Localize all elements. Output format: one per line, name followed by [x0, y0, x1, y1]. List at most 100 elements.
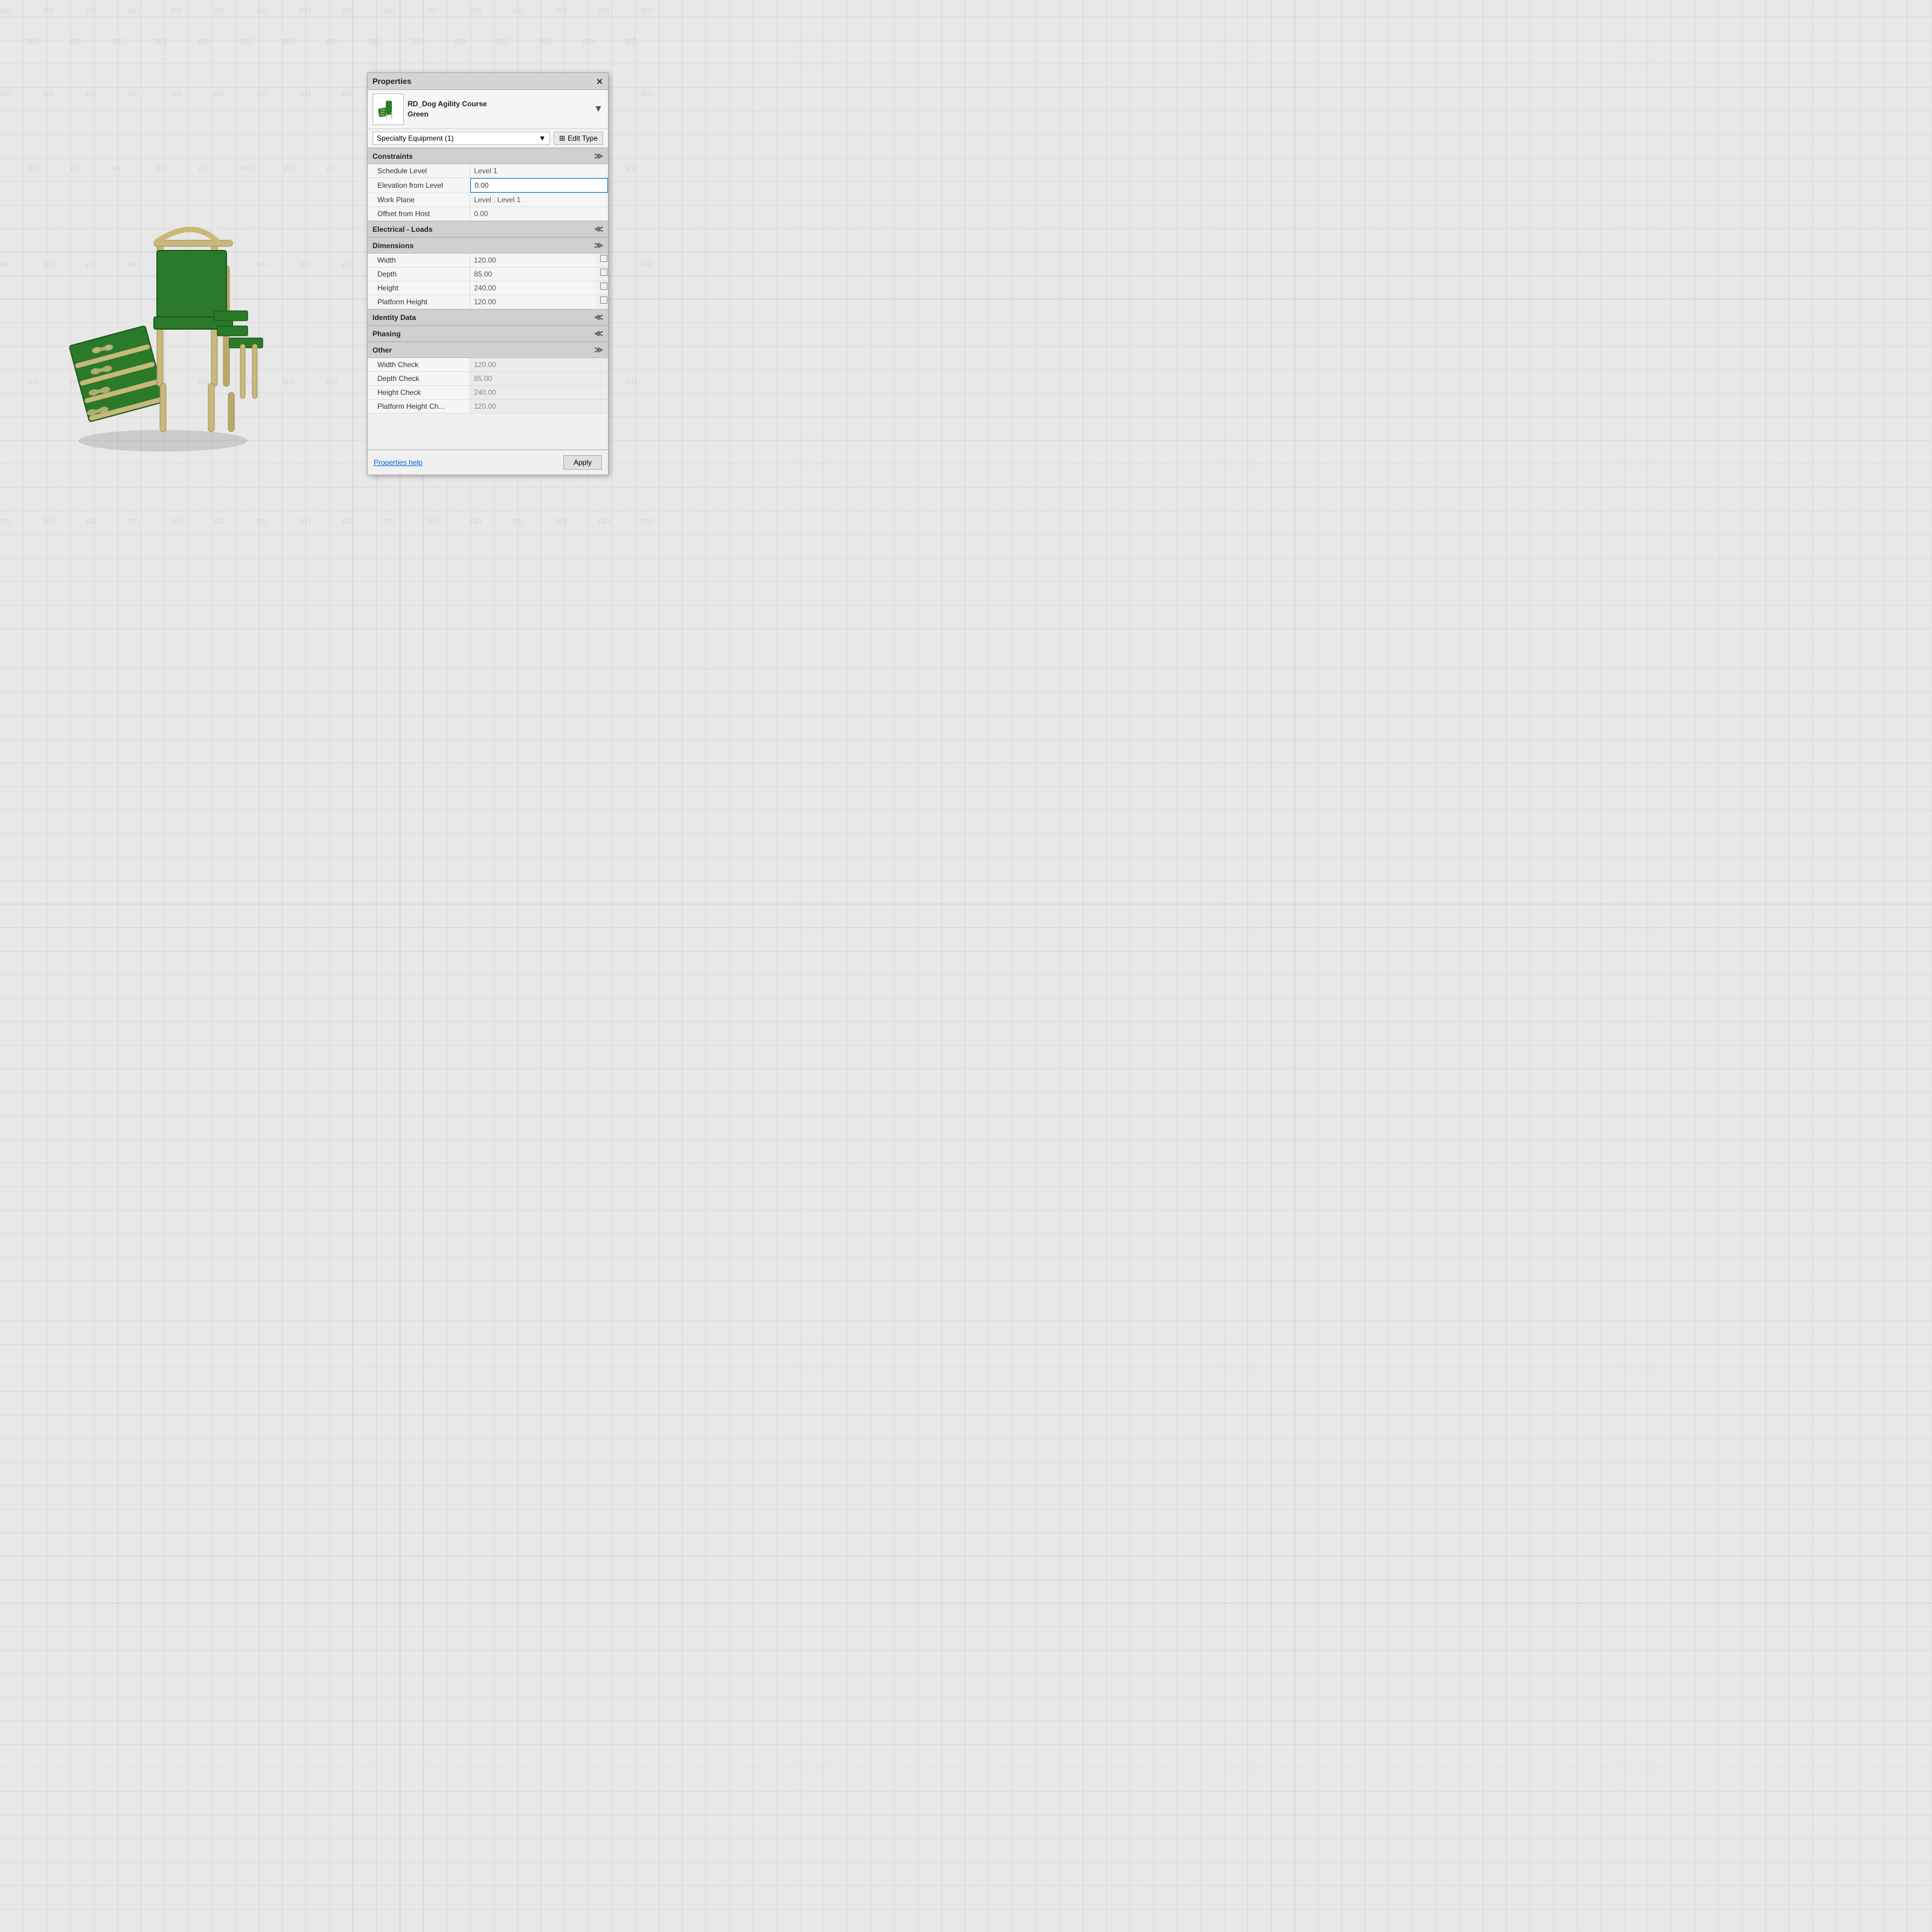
watermark-text: RD — [454, 36, 467, 46]
prop-value-schedule-level: Level 1 — [470, 164, 608, 178]
constraints-label: Constraints — [373, 152, 413, 161]
electrical-loads-label: Electrical - Loads — [373, 225, 432, 234]
watermark-text: RD — [470, 5, 482, 16]
watermark-text: RD — [427, 516, 440, 526]
prop-label-platform-height: Platform Height — [368, 295, 470, 309]
section-header-electrical-loads[interactable]: Electrical - Loads ≪ — [368, 221, 608, 237]
watermark-text: RD — [598, 516, 610, 526]
prop-label-width-check: Width Check — [368, 358, 470, 371]
watermark-text: RD — [470, 516, 482, 526]
prop-row-height: Height 240.00 — [368, 281, 608, 295]
identity-data-label: Identity Data — [373, 313, 416, 322]
depth-field-icon — [598, 267, 608, 277]
properties-help-link[interactable]: Properties help — [374, 458, 423, 467]
prop-label-offset-from-host: Offset from Host — [368, 207, 470, 220]
watermark-text: RD — [641, 5, 652, 16]
watermark-text: RD — [539, 36, 552, 46]
prop-value-depth: 85.00 — [470, 267, 596, 281]
constraints-expand-icon: ≫ — [594, 151, 603, 161]
prop-label-height: Height — [368, 281, 470, 295]
watermark-text: RD — [384, 516, 397, 526]
other-expand-icon: ≫ — [594, 345, 603, 355]
watermark-text: RD — [512, 5, 525, 16]
prop-row-width-check: Width Check 120.00 — [368, 358, 608, 372]
family-dropdown-label: Specialty Equipment (1) — [377, 134, 453, 142]
section-header-phasing[interactable]: Phasing ≪ — [368, 325, 608, 342]
watermark-text: RD — [641, 259, 652, 269]
watermark-text: RD — [625, 377, 638, 387]
dimensions-label: Dimensions — [373, 242, 414, 250]
phasing-label: Phasing — [373, 330, 401, 338]
panel-footer: Properties help Apply — [368, 450, 608, 475]
apply-button[interactable]: Apply — [563, 455, 602, 470]
prop-label-work-plane: Work Plane — [368, 193, 470, 206]
watermark-text: RD — [641, 516, 652, 526]
family-dropdown[interactable]: Specialty Equipment (1) ▼ — [373, 132, 550, 145]
watermark-text: RD — [384, 5, 397, 16]
prop-label-width: Width — [368, 254, 470, 267]
prop-value-height: 240.00 — [470, 281, 596, 295]
prop-value-elevation-from-level[interactable]: 0.00 — [470, 178, 608, 193]
equipment-model — [42, 193, 308, 459]
prop-row-platform-height-check: Platform Height Ch... 120.00 — [368, 400, 608, 414]
prop-label-platform-height-check: Platform Height Ch... — [368, 400, 470, 413]
family-dropdown-arrow-icon: ▼ — [539, 134, 546, 142]
section-header-identity-data[interactable]: Identity Data ≪ — [368, 309, 608, 325]
watermark-text: RD — [555, 5, 568, 16]
height-field-icon — [598, 281, 608, 291]
panel-title-bar: Properties ✕ — [368, 73, 608, 90]
prop-label-depth-check: Depth Check — [368, 372, 470, 385]
prop-value-height-check: 240.00 — [470, 386, 608, 399]
type-selector-row: RD_Dog Agility Course Green ▼ — [368, 90, 608, 129]
prop-label-schedule-level: Schedule Level — [368, 164, 470, 178]
prop-row-width: Width 120.00 — [368, 254, 608, 267]
prop-value-offset-from-host: 0.00 — [470, 207, 608, 220]
watermark-text: RD — [512, 516, 525, 526]
width-field-icon — [598, 254, 608, 263]
close-button[interactable]: ✕ — [596, 77, 603, 86]
watermark-text: RD — [427, 5, 440, 16]
watermark-text: RD — [582, 36, 595, 46]
dimensions-expand-icon: ≫ — [594, 240, 603, 251]
platform-height-field-icon — [598, 295, 608, 305]
type-thumbnail — [373, 94, 404, 125]
prop-row-depth-check: Depth Check 85.00 — [368, 372, 608, 386]
family-selector-row: Specialty Equipment (1) ▼ ⊞ Edit Type — [368, 129, 608, 148]
prop-row-work-plane: Work Plane Level : Level 1 — [368, 193, 608, 207]
type-name-line2: Green — [408, 109, 590, 120]
section-header-dimensions[interactable]: Dimensions ≫ — [368, 237, 608, 254]
prop-row-height-check: Height Check 240.00 — [368, 386, 608, 400]
prop-label-height-check: Height Check — [368, 386, 470, 399]
electrical-loads-expand-icon: ≪ — [594, 224, 603, 234]
prop-row-elevation-from-level[interactable]: Elevation from Level 0.00 — [368, 178, 608, 193]
watermark-text: RD — [555, 516, 568, 526]
section-header-other[interactable]: Other ≫ — [368, 342, 608, 358]
properties-panel: Properties ✕ RD_Dog Agility Course Green… — [367, 72, 609, 475]
edit-type-label: Edit Type — [568, 134, 598, 142]
prop-value-platform-height: 120.00 — [470, 295, 596, 309]
prop-value-width: 120.00 — [470, 254, 596, 267]
prop-value-width-check: 120.00 — [470, 358, 608, 371]
section-header-constraints[interactable]: Constraints ≫ — [368, 148, 608, 164]
prop-value-depth-check: 85.00 — [470, 372, 608, 385]
watermark-text: RD — [496, 36, 509, 46]
prop-row-offset-from-host: Offset from Host 0.00 — [368, 207, 608, 221]
type-name-box: RD_Dog Agility Course Green — [408, 99, 590, 120]
watermark-text: RD — [598, 5, 610, 16]
watermark-text: RD — [625, 36, 638, 46]
edit-type-button[interactable]: ⊞ Edit Type — [554, 132, 603, 145]
prop-row-depth: Depth 85.00 — [368, 267, 608, 281]
other-label: Other — [373, 346, 392, 354]
watermark-text: RD — [641, 89, 652, 99]
panel-title: Properties — [373, 77, 411, 86]
prop-row-platform-height: Platform Height 120.00 — [368, 295, 608, 309]
prop-row-schedule-level: Schedule Level Level 1 — [368, 164, 608, 178]
type-dropdown-icon[interactable]: ▼ — [593, 104, 603, 115]
watermark-text: RD — [368, 36, 381, 46]
prop-value-work-plane: Level : Level 1 — [470, 193, 608, 206]
prop-label-depth: Depth — [368, 267, 470, 281]
identity-data-expand-icon: ≪ — [594, 312, 603, 322]
prop-label-elevation-from-level: Elevation from Level — [368, 178, 470, 193]
edit-type-icon: ⊞ — [559, 134, 565, 142]
prop-value-platform-height-check: 120.00 — [470, 400, 608, 413]
